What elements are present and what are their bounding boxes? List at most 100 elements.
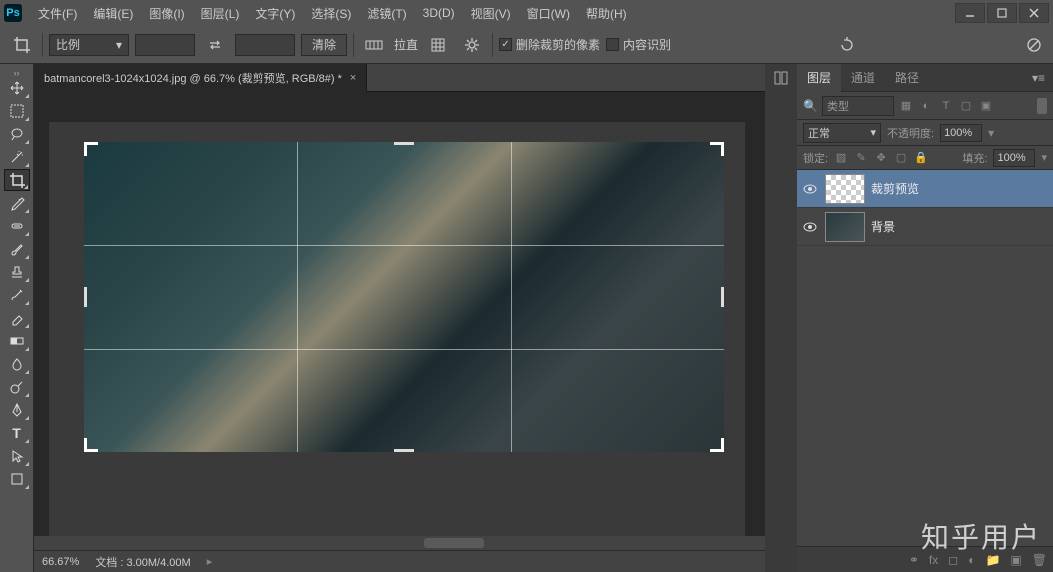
menu-image[interactable]: 图像(I) (141, 5, 192, 22)
filter-shape-icon[interactable]: ▢ (958, 98, 974, 114)
group-icon[interactable]: 📁 (985, 553, 1000, 567)
fill-label: 填充: (962, 150, 987, 166)
brush-tool[interactable] (4, 238, 30, 260)
aspect-ratio-select[interactable]: 比例▾ (49, 34, 129, 56)
delete-cropped-check[interactable]: ✓ 删除裁剪的像素 (499, 36, 600, 53)
link-layers-icon[interactable]: ⚭ (909, 553, 919, 567)
menu-type[interactable]: 文字(Y) (247, 5, 303, 22)
menu-layer[interactable]: 图层(L) (193, 5, 248, 22)
visibility-toggle[interactable] (801, 222, 819, 232)
crop-handle-tr[interactable] (706, 142, 724, 160)
filter-toggle[interactable] (1037, 98, 1047, 114)
type-tool[interactable]: T (4, 422, 30, 444)
status-expand-icon[interactable]: ▸ (207, 555, 213, 568)
reset-icon[interactable] (836, 35, 858, 55)
filter-smart-icon[interactable]: ▣ (978, 98, 994, 114)
menu-file[interactable]: 文件(F) (30, 5, 85, 22)
magic-wand-tool[interactable] (4, 146, 30, 168)
tab-layers[interactable]: 图层 (797, 64, 841, 92)
zoom-level[interactable]: 66.67% (42, 556, 79, 568)
tab-channels[interactable]: 通道 (841, 64, 885, 92)
blend-mode-select[interactable]: 正常▾ (803, 123, 881, 143)
layer-filter-select[interactable]: 类型 (822, 96, 894, 116)
visibility-toggle[interactable] (801, 184, 819, 194)
crop-handle-top[interactable] (394, 142, 414, 145)
tab-paths[interactable]: 路径 (885, 64, 929, 92)
crop-tool[interactable] (4, 169, 30, 191)
layer-fx-icon[interactable]: fx (929, 553, 938, 567)
healing-tool[interactable] (4, 215, 30, 237)
layer-mask-icon[interactable]: ◻ (948, 553, 958, 567)
lasso-tool[interactable] (4, 123, 30, 145)
crop-width-input[interactable] (135, 34, 195, 56)
layer-row[interactable]: 背景 (797, 208, 1053, 246)
gear-icon[interactable] (458, 33, 486, 57)
history-brush-tool[interactable] (4, 284, 30, 306)
layer-name[interactable]: 背景 (871, 218, 895, 235)
path-select-tool[interactable] (4, 445, 30, 467)
new-layer-icon[interactable]: ▣ (1010, 553, 1021, 567)
cancel-crop-icon[interactable] (1023, 35, 1045, 55)
delete-layer-icon[interactable]: 🗑 (1032, 553, 1047, 567)
clear-button[interactable]: 清除 (301, 34, 347, 56)
crop-handle-bottom[interactable] (394, 449, 414, 452)
straighten-label: 拉直 (394, 36, 418, 53)
filter-adjust-icon[interactable]: ◐ (918, 98, 934, 114)
crop-handle-left[interactable] (84, 287, 87, 307)
close-tab-icon[interactable]: × (350, 72, 356, 84)
menu-edit[interactable]: 编辑(E) (85, 5, 141, 22)
crop-overlay[interactable] (84, 142, 724, 452)
content-aware-check[interactable]: 内容识别 (606, 36, 671, 53)
filter-pixel-icon[interactable]: ▦ (898, 98, 914, 114)
panel-menu-icon[interactable]: ▾≡ (1024, 71, 1053, 85)
menu-window[interactable]: 窗口(W) (519, 5, 578, 22)
layer-name[interactable]: 裁剪预览 (871, 180, 919, 197)
close-button[interactable] (1019, 3, 1049, 23)
crop-tool-icon (8, 33, 36, 57)
blur-tool[interactable] (4, 353, 30, 375)
shape-tool[interactable] (4, 468, 30, 490)
lock-artboard-icon[interactable]: ▢ (894, 151, 908, 165)
layer-row[interactable]: 裁剪预览 (797, 170, 1053, 208)
image-preview[interactable] (84, 142, 724, 452)
crop-handle-bl[interactable] (84, 434, 102, 452)
menu-view[interactable]: 视图(V) (463, 5, 519, 22)
crop-handle-right[interactable] (721, 287, 724, 307)
eyedropper-tool[interactable] (4, 192, 30, 214)
search-icon: 🔍 (803, 99, 818, 113)
maximize-button[interactable] (987, 3, 1017, 23)
layer-thumbnail[interactable] (825, 212, 865, 242)
document-tab[interactable]: batmancorel3-1024x1024.jpg @ 66.7% (裁剪预览… (34, 64, 367, 92)
toolbar-collapse-icon[interactable]: ›› (10, 68, 24, 76)
panel-icon[interactable] (765, 64, 797, 92)
pen-tool[interactable] (4, 399, 30, 421)
lock-brush-icon[interactable]: ✎ (854, 151, 868, 165)
menu-select[interactable]: 选择(S) (303, 5, 359, 22)
lock-move-icon[interactable]: ✥ (874, 151, 888, 165)
opacity-input[interactable]: 100% (940, 124, 982, 142)
layer-thumbnail[interactable] (825, 174, 865, 204)
lock-all-icon[interactable]: 🔒 (914, 151, 928, 165)
crop-handle-br[interactable] (706, 434, 724, 452)
crop-height-input[interactable] (235, 34, 295, 56)
menu-help[interactable]: 帮助(H) (578, 5, 635, 22)
stamp-tool[interactable] (4, 261, 30, 283)
canvas[interactable] (49, 122, 745, 536)
minimize-button[interactable] (955, 3, 985, 23)
menu-filter[interactable]: 滤镜(T) (359, 5, 414, 22)
swap-icon[interactable] (201, 33, 229, 57)
eraser-tool[interactable] (4, 307, 30, 329)
crop-handle-tl[interactable] (84, 142, 102, 160)
lock-pixels-icon[interactable]: ▨ (834, 151, 848, 165)
move-tool[interactable] (4, 77, 30, 99)
marquee-tool[interactable] (4, 100, 30, 122)
adjustment-layer-icon[interactable]: ◐ (968, 553, 975, 567)
filter-type-icon[interactable]: T (938, 98, 954, 114)
gradient-tool[interactable] (4, 330, 30, 352)
menu-3d[interactable]: 3D(D) (415, 6, 463, 20)
dodge-tool[interactable] (4, 376, 30, 398)
fill-input[interactable]: 100% (993, 149, 1035, 167)
straighten-icon[interactable] (360, 33, 388, 57)
horizontal-scrollbar[interactable] (34, 536, 765, 550)
grid-overlay-icon[interactable] (424, 33, 452, 57)
